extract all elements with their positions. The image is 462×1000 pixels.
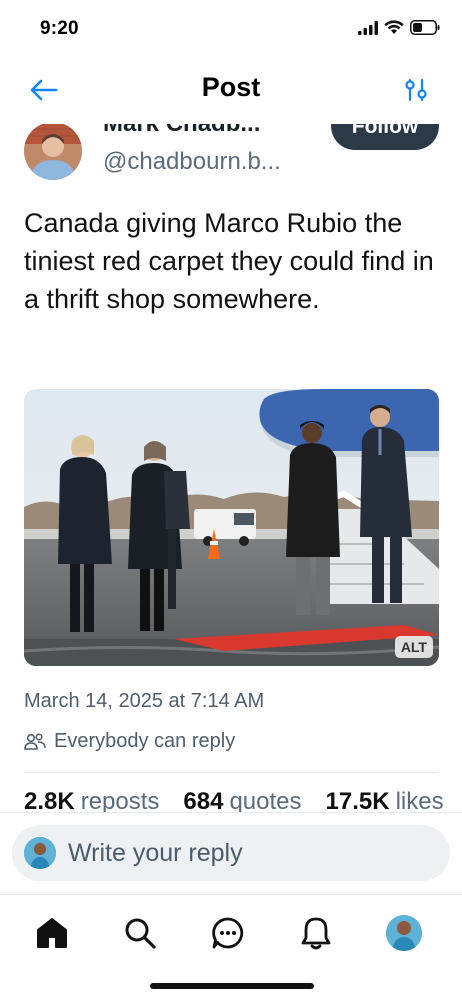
author-display-name[interactable]: Mark Chadb...	[103, 124, 260, 138]
reply-setting-label: Everybody can reply	[54, 730, 236, 752]
post-text: Canada giving Marco Rubio the tiniest re…	[24, 208, 434, 314]
stat-reposts[interactable]: 2.8K reposts	[24, 788, 159, 812]
stat-label: quotes	[229, 788, 302, 812]
reply-input[interactable]: Write your reply	[12, 825, 450, 881]
status-time: 9:20	[40, 18, 79, 39]
stat-likes[interactable]: 17.5K likes	[326, 788, 444, 812]
stat-count: 684	[183, 788, 224, 812]
tab-search[interactable]	[120, 913, 160, 953]
reply-placeholder: Write your reply	[68, 839, 243, 867]
post-header: Post	[0, 58, 462, 122]
stat-quotes[interactable]: 684 quotes	[183, 788, 301, 812]
tab-notifications[interactable]	[296, 913, 336, 953]
alt-badge[interactable]: ALT	[394, 636, 433, 658]
home-indicator	[150, 983, 314, 989]
tab-profile[interactable]	[384, 913, 424, 953]
current-user-avatar	[24, 837, 56, 869]
post-image[interactable]: ALT	[24, 389, 439, 666]
chat-icon	[212, 917, 244, 949]
sliders-icon	[405, 78, 427, 102]
bottom-tab-bar	[0, 894, 462, 1000]
status-bar: 9:20	[0, 0, 462, 58]
page-title: Post	[201, 72, 261, 102]
tab-home[interactable]	[32, 913, 72, 953]
signal-icon	[358, 20, 378, 35]
wifi-icon	[384, 20, 404, 34]
people-icon	[24, 732, 46, 750]
stat-count: 17.5K	[325, 788, 390, 812]
bell-icon	[301, 917, 331, 950]
author-avatar[interactable]	[24, 124, 82, 180]
status-icons	[358, 20, 440, 35]
search-icon	[125, 918, 156, 949]
reply-composer-bar: Write your reply	[0, 812, 462, 894]
author-handle[interactable]: @chadbourn.b...	[103, 148, 281, 176]
avatar	[386, 915, 422, 951]
stat-label: likes	[395, 788, 444, 812]
post-timestamp: March 14, 2025 at 7:14 AM	[24, 690, 265, 712]
battery-icon	[410, 20, 440, 35]
reply-setting: Everybody can reply	[24, 730, 235, 753]
thread-options-button[interactable]	[400, 74, 432, 106]
post-thread[interactable]: Mark Chadb... @chadbourn.b... Follow Can…	[0, 124, 462, 812]
divider	[24, 772, 438, 773]
home-icon	[37, 918, 67, 948]
stat-count: 2.8K	[24, 788, 75, 812]
tab-chat[interactable]	[208, 913, 248, 953]
stat-label: reposts	[80, 788, 160, 812]
follow-button[interactable]: Follow	[331, 124, 439, 150]
post-author-row: Mark Chadb... @chadbourn.b... Follow	[0, 124, 462, 186]
post-stats: 2.8K reposts 684 quotes 17.5K likes	[24, 788, 444, 812]
